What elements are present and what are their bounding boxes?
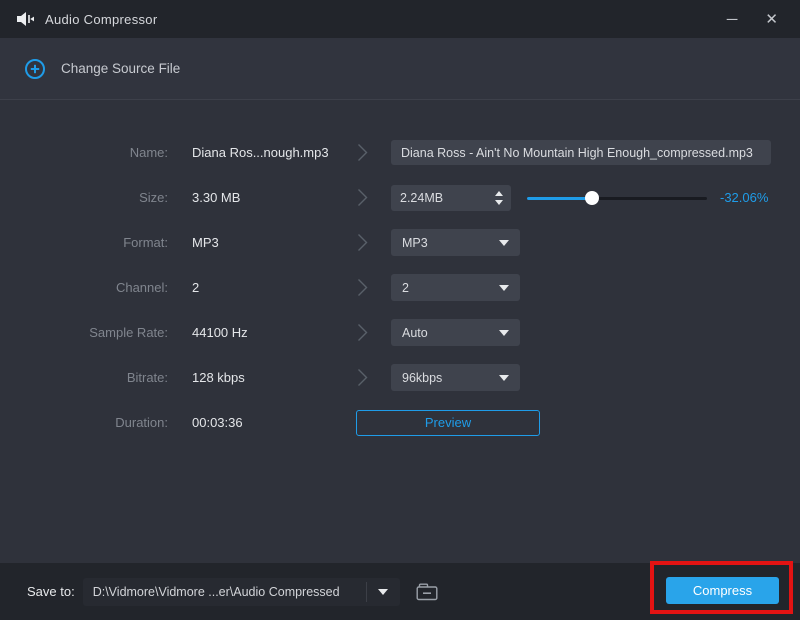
- plus-circle-icon: [24, 58, 46, 80]
- name-source-value: Diana Ros...nough.mp3: [192, 145, 329, 160]
- name-row: Name: Diana Ros...nough.mp3: [0, 130, 800, 175]
- close-button[interactable]: ✕: [765, 12, 778, 27]
- channel-source-value: 2: [192, 280, 200, 295]
- format-dropdown[interactable]: MP3: [391, 229, 520, 256]
- channel-dropdown[interactable]: 2: [391, 274, 520, 301]
- parameters-panel: Name: Diana Ros...nough.mp3 Size: 3.30 M…: [0, 100, 800, 563]
- caret-down-icon: [499, 374, 509, 381]
- duration-source-value: 00:03:36: [192, 415, 243, 430]
- sample-rate-control-zone: Auto: [391, 319, 800, 346]
- bitrate-source-value: 128 kbps: [192, 370, 245, 385]
- spinner-up-icon[interactable]: [495, 190, 503, 196]
- chevron-right-icon: [357, 233, 391, 252]
- caret-down-icon: [499, 329, 509, 336]
- chevron-right-icon: [357, 278, 391, 297]
- size-reduction-percent: -32.06%: [720, 190, 769, 205]
- window-title: Audio Compressor: [45, 11, 158, 27]
- sample-rate-source-value: 44100 Hz: [192, 325, 248, 340]
- output-name-input[interactable]: [391, 140, 771, 165]
- format-source-value: MP3: [192, 235, 219, 250]
- channel-label: Channel:: [115, 280, 168, 295]
- size-slider-thumb[interactable]: [584, 190, 599, 205]
- audio-speaker-icon: [16, 10, 35, 28]
- sample-rate-dropdown-value: Auto: [402, 325, 428, 340]
- sample-rate-row: Sample Rate: 44100 Hz Auto: [0, 310, 800, 355]
- caret-down-icon: [499, 239, 509, 246]
- size-spinner-arrows: [495, 190, 503, 205]
- name-control-zone: [391, 140, 800, 165]
- save-path-input[interactable]: [82, 584, 366, 599]
- bitrate-dropdown[interactable]: 96kbps: [391, 364, 520, 391]
- sample-rate-label: Sample Rate:: [89, 325, 168, 340]
- window-controls: ─ ✕: [727, 12, 784, 27]
- channel-dropdown-value: 2: [402, 280, 409, 295]
- bitrate-label: Bitrate:: [126, 370, 168, 385]
- change-source-file-label: Change Source File: [61, 61, 181, 76]
- size-label: Size:: [139, 190, 168, 205]
- save-path-dropdown-button[interactable]: [367, 588, 400, 595]
- save-to-label: Save to:: [27, 584, 75, 599]
- bitrate-dropdown-value: 96kbps: [402, 370, 443, 385]
- browse-folder-button[interactable]: [415, 581, 439, 602]
- caret-down-icon: [378, 588, 389, 595]
- folder-icon: [415, 581, 439, 602]
- minimize-button[interactable]: ─: [727, 12, 738, 27]
- source-file-bar: Change Source File: [0, 38, 800, 100]
- duration-control-zone: Preview: [356, 409, 800, 436]
- name-label: Name:: [129, 145, 168, 160]
- format-row: Format: MP3 MP3: [0, 220, 800, 265]
- titlebar: Audio Compressor ─ ✕: [0, 0, 800, 38]
- format-dropdown-value: MP3: [402, 235, 428, 250]
- chevron-right-icon: [357, 368, 391, 387]
- duration-row: Duration: 00:03:36 Preview: [0, 400, 800, 445]
- chevron-right-icon: [357, 323, 391, 342]
- size-control-zone: 2.24MB -32.06%: [391, 184, 800, 211]
- size-row: Size: 3.30 MB 2.24MB -32.06%: [0, 175, 800, 220]
- chevron-right-icon: [357, 188, 391, 207]
- duration-label: Duration:: [115, 415, 168, 430]
- format-label: Format:: [123, 235, 168, 250]
- chevron-right-icon: [357, 143, 391, 162]
- size-spinner-value: 2.24MB: [400, 190, 444, 205]
- compress-button[interactable]: Compress: [666, 577, 779, 604]
- size-slider-fill: [527, 196, 592, 200]
- channel-control-zone: 2: [391, 274, 800, 301]
- save-path-combobox: [82, 577, 400, 606]
- size-source-value: 3.30 MB: [192, 190, 241, 205]
- size-spinner[interactable]: 2.24MB: [391, 184, 511, 211]
- caret-down-icon: [499, 284, 509, 291]
- channel-row: Channel: 2 2: [0, 265, 800, 310]
- audio-compressor-window: Audio Compressor ─ ✕ Change Source File …: [0, 0, 800, 620]
- bitrate-row: Bitrate: 128 kbps 96kbps: [0, 355, 800, 400]
- format-control-zone: MP3: [391, 229, 800, 256]
- change-source-file-button[interactable]: Change Source File: [24, 58, 180, 80]
- spinner-down-icon[interactable]: [495, 199, 503, 205]
- sample-rate-dropdown[interactable]: Auto: [391, 319, 520, 346]
- bitrate-control-zone: 96kbps: [391, 364, 800, 391]
- preview-button[interactable]: Preview: [356, 409, 540, 436]
- size-slider[interactable]: [527, 190, 707, 205]
